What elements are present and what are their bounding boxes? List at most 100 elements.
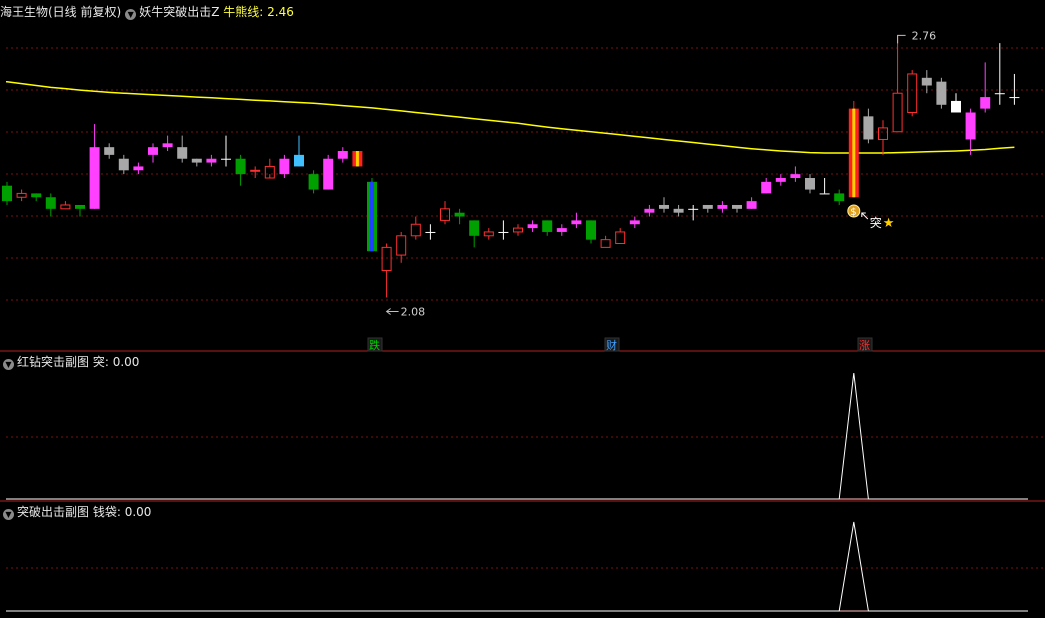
candle-body bbox=[688, 208, 699, 210]
candle bbox=[191, 158, 202, 167]
candle-body bbox=[907, 73, 918, 113]
chart-canvas[interactable]: 2.76 2.08 $ 突 ★ 跌 财 涨 bbox=[0, 0, 1045, 618]
candle bbox=[892, 35, 903, 133]
candle-body bbox=[629, 220, 640, 225]
candle bbox=[644, 204, 655, 217]
candle-body bbox=[206, 158, 217, 163]
candle bbox=[206, 154, 217, 167]
indicator-name[interactable]: 妖牛突破出击Z bbox=[139, 5, 219, 19]
panel3-label: 钱袋: bbox=[92, 505, 121, 519]
candle-body bbox=[600, 239, 611, 248]
candle bbox=[936, 77, 947, 109]
bull-bear-line bbox=[6, 80, 1015, 154]
candle bbox=[469, 220, 480, 248]
candle bbox=[45, 193, 56, 217]
candle-body bbox=[498, 231, 509, 233]
stock-name: 海王生物(日线 前复权) bbox=[0, 5, 122, 19]
candle-body bbox=[615, 231, 626, 245]
candle-body bbox=[965, 112, 976, 140]
candle bbox=[717, 201, 728, 213]
panel2-title[interactable]: 红钻突击副图 bbox=[17, 355, 89, 369]
candle bbox=[556, 224, 567, 236]
panel2-value: 0.00 bbox=[112, 355, 140, 369]
candle bbox=[965, 108, 976, 155]
candle bbox=[615, 228, 626, 245]
candle-body bbox=[148, 147, 158, 155]
candle-body bbox=[16, 192, 27, 198]
settings-circle-icon[interactable]: ▼ bbox=[3, 359, 14, 370]
candle bbox=[571, 212, 582, 229]
candle-body bbox=[337, 151, 348, 159]
candle bbox=[294, 135, 304, 167]
candle bbox=[819, 178, 830, 195]
candle bbox=[323, 154, 334, 190]
candle bbox=[2, 181, 12, 205]
candle-body bbox=[279, 158, 290, 175]
candle bbox=[133, 162, 144, 175]
candle-stripe bbox=[370, 181, 374, 252]
candle bbox=[732, 204, 742, 213]
candle-body bbox=[133, 166, 144, 171]
candle-body bbox=[104, 147, 115, 155]
candle-body bbox=[921, 77, 932, 86]
candle-body bbox=[542, 220, 553, 232]
candle-body bbox=[702, 204, 713, 209]
line-label: 牛熊线: bbox=[223, 5, 264, 19]
candle-body bbox=[294, 154, 304, 167]
candle-body bbox=[235, 158, 246, 175]
candle bbox=[75, 204, 85, 217]
qiandai-line bbox=[6, 521, 1028, 612]
panel3-value: 0.00 bbox=[124, 505, 152, 519]
candle bbox=[221, 135, 231, 167]
candle bbox=[746, 197, 757, 209]
candle bbox=[921, 70, 932, 94]
settings-circle-icon[interactable]: ▼ bbox=[125, 9, 137, 20]
candle-body bbox=[2, 185, 12, 202]
candle bbox=[396, 231, 407, 263]
candle-body bbox=[819, 193, 830, 195]
candle-body bbox=[75, 204, 85, 209]
candle-body bbox=[527, 224, 538, 229]
candle-body bbox=[31, 193, 42, 198]
candle bbox=[367, 178, 377, 252]
candle-body bbox=[659, 204, 669, 209]
money-bag-glyph: $ bbox=[850, 207, 856, 218]
candle bbox=[1009, 73, 1020, 105]
candle-body bbox=[980, 97, 991, 109]
candle-body bbox=[425, 231, 436, 233]
candle bbox=[425, 224, 436, 240]
candle bbox=[60, 201, 71, 210]
candle bbox=[702, 204, 713, 213]
candle bbox=[381, 243, 392, 298]
candle-body bbox=[191, 158, 202, 163]
marker-label: 跌 bbox=[369, 338, 380, 352]
settings-circle-icon[interactable]: ▼ bbox=[3, 509, 14, 520]
main-panel-header: 海王生物(日线 前复权) ▼ 妖牛突破出击Z 牛熊线: 2.46 bbox=[0, 4, 294, 20]
candle bbox=[337, 147, 348, 163]
candle bbox=[542, 220, 553, 236]
candle-body bbox=[118, 158, 129, 171]
candle-body bbox=[1009, 97, 1020, 99]
marker-label: 涨 bbox=[859, 339, 870, 352]
candle-body bbox=[717, 204, 728, 209]
candle bbox=[483, 228, 494, 240]
candle bbox=[235, 154, 246, 186]
signal-label: 突 bbox=[870, 215, 882, 230]
line-value: 2.46 bbox=[267, 5, 294, 19]
candle bbox=[104, 143, 115, 159]
candle bbox=[352, 151, 363, 167]
candle-body bbox=[469, 220, 480, 236]
candle bbox=[118, 154, 129, 175]
panel3-title[interactable]: 突破出击副图 bbox=[17, 505, 89, 519]
candle bbox=[848, 100, 859, 198]
candle-body bbox=[556, 228, 567, 232]
candle bbox=[513, 224, 523, 236]
candle bbox=[454, 208, 465, 225]
candle-body bbox=[571, 220, 582, 225]
candle-body bbox=[586, 220, 596, 240]
candle-stripe bbox=[355, 151, 359, 167]
candle-body bbox=[775, 178, 786, 182]
candle-body bbox=[878, 127, 888, 140]
candle-body bbox=[221, 158, 231, 160]
tu-line bbox=[6, 372, 1028, 500]
